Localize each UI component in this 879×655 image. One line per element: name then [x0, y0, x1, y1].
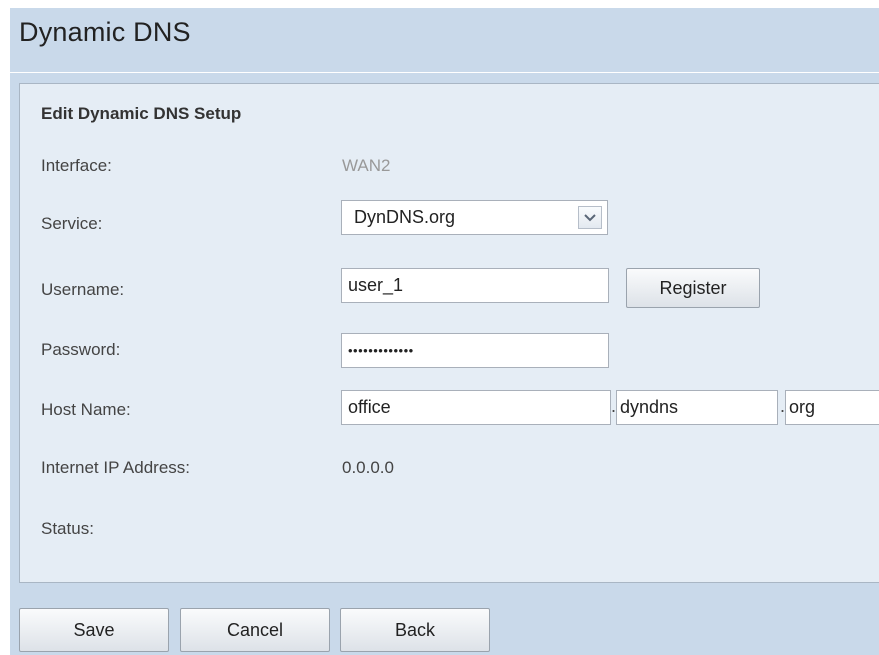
back-button[interactable]: Back: [340, 608, 490, 652]
service-select[interactable]: DynDNS.org: [341, 200, 608, 235]
interface-label: Interface:: [41, 156, 112, 175]
section-title: Edit Dynamic DNS Setup: [41, 104, 242, 123]
internet-ip-label: Internet IP Address:: [41, 458, 190, 477]
domain-field[interactable]: [616, 390, 778, 425]
service-label: Service:: [41, 214, 103, 233]
username-field[interactable]: [341, 268, 609, 303]
tld-field[interactable]: [785, 390, 879, 425]
username-label: Username:: [41, 280, 125, 299]
interface-value: WAN2: [342, 156, 391, 175]
password-field[interactable]: [341, 333, 609, 368]
page-title: Dynamic DNS: [19, 17, 191, 47]
password-label: Password:: [41, 340, 121, 359]
host-name-field[interactable]: [341, 390, 611, 425]
service-select-value: DynDNS.org: [354, 207, 456, 227]
chevron-down-icon[interactable]: [578, 206, 602, 229]
host-name-label: Host Name:: [41, 400, 131, 419]
internet-ip-value: 0.0.0.0: [342, 458, 394, 477]
status-label: Status:: [41, 519, 94, 538]
save-button[interactable]: Save: [19, 608, 169, 652]
cancel-button[interactable]: Cancel: [180, 608, 330, 652]
title-divider: [10, 72, 879, 73]
register-button[interactable]: Register: [626, 268, 760, 308]
